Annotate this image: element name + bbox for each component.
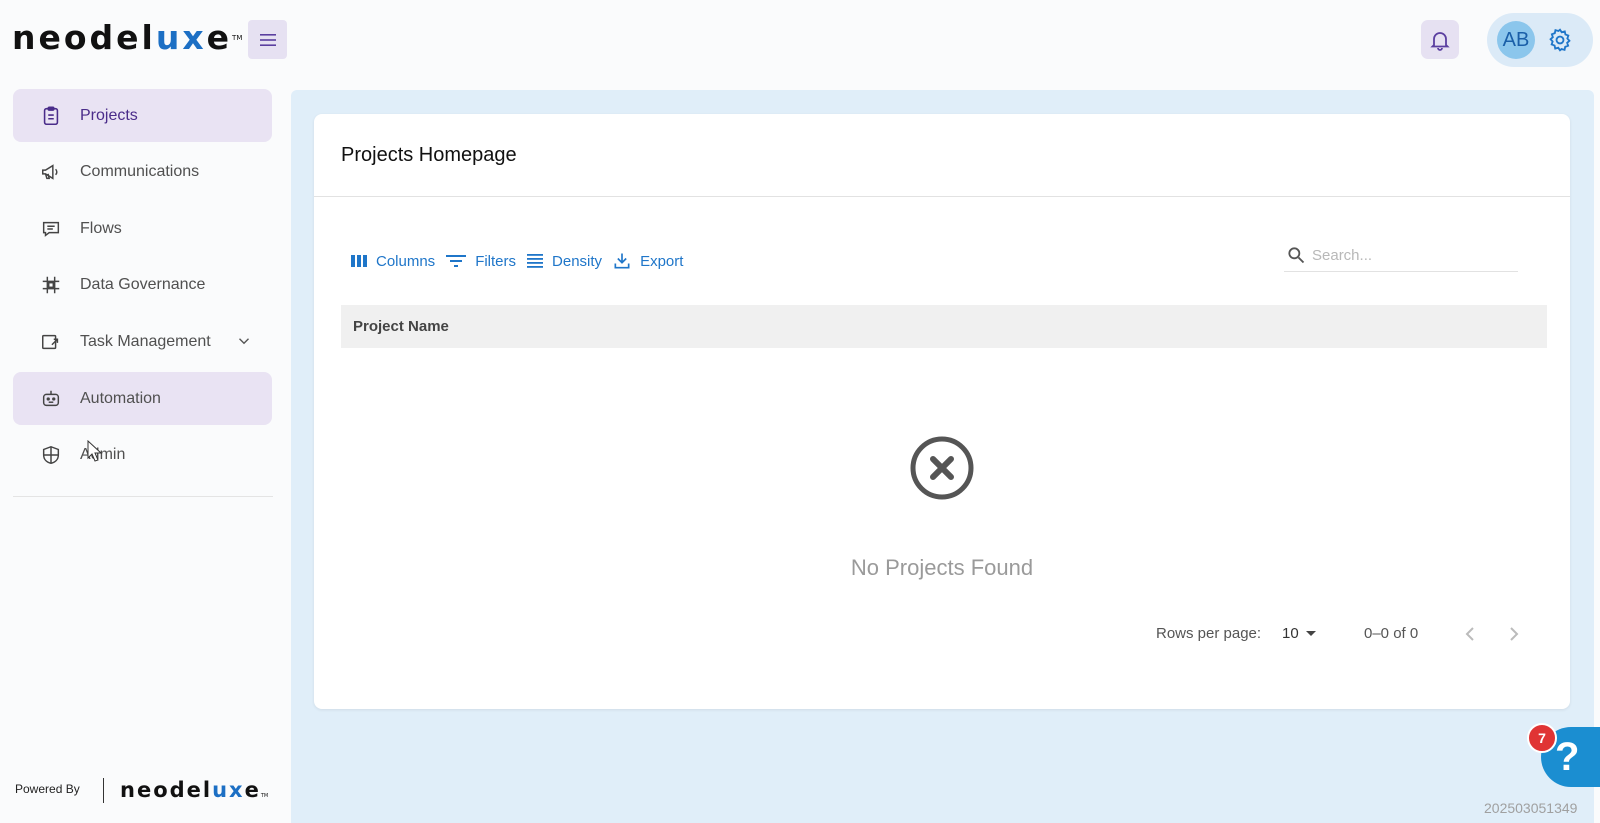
sidebar-item-label: Communications bbox=[80, 163, 200, 180]
help-notification-badge: 7 bbox=[1527, 723, 1557, 753]
task-icon bbox=[42, 334, 59, 350]
sidebar-item-projects[interactable]: Projects bbox=[13, 89, 272, 142]
caret-down-icon bbox=[1305, 631, 1316, 636]
density-button[interactable]: Density bbox=[526, 253, 602, 270]
filter-icon bbox=[446, 255, 467, 267]
sidebar-item-label: Task Management bbox=[80, 333, 211, 350]
sidebar-item-label: Data Governance bbox=[80, 276, 206, 293]
user-menu[interactable]: AB bbox=[1487, 13, 1593, 67]
projects-card: Projects Homepage Columns Filters Densit… bbox=[314, 114, 1570, 709]
avatar[interactable]: AB bbox=[1497, 21, 1535, 59]
density-icon bbox=[527, 254, 544, 268]
build-id: 202503051349 bbox=[1484, 800, 1578, 816]
column-header-project-name[interactable]: Project Name bbox=[353, 305, 449, 348]
menu-toggle-button[interactable] bbox=[248, 20, 287, 59]
grid-icon bbox=[42, 276, 60, 294]
notifications-button[interactable] bbox=[1421, 20, 1459, 59]
card-divider bbox=[314, 196, 1570, 197]
help-question-icon: ? bbox=[1555, 734, 1580, 779]
megaphone-icon bbox=[42, 164, 58, 180]
robot-icon bbox=[42, 390, 60, 407]
sidebar-item-task-management[interactable]: Task Management bbox=[13, 315, 272, 368]
download-icon bbox=[614, 253, 630, 269]
powered-by-separator bbox=[103, 778, 104, 803]
sidebar-divider bbox=[13, 496, 273, 497]
sidebar-item-label: Projects bbox=[80, 107, 138, 124]
sidebar-item-admin[interactable]: Admin bbox=[13, 428, 272, 481]
grid-toolbar: Columns Filters Density Export bbox=[350, 249, 693, 273]
rows-per-page-select[interactable]: 10 bbox=[1282, 619, 1317, 649]
clipboard-icon bbox=[43, 106, 59, 126]
search-field[interactable] bbox=[1284, 238, 1518, 272]
pagination-range: 0–0 of 0 bbox=[1364, 625, 1419, 642]
sidebar-item-label: Flows bbox=[80, 220, 122, 237]
previous-page-button[interactable] bbox=[1458, 622, 1482, 646]
sidebar-item-label: Automation bbox=[80, 390, 161, 407]
rows-per-page-label: Rows per page: bbox=[1156, 625, 1262, 642]
app-logo[interactable]: neodeluxeTM bbox=[12, 18, 242, 58]
search-icon bbox=[1288, 247, 1305, 264]
empty-state-message: No Projects Found bbox=[850, 555, 1034, 580]
mouse-cursor-icon bbox=[87, 440, 103, 462]
top-header: neodeluxeTM AB bbox=[0, 0, 1600, 80]
powered-by-logo: neodeluxeTM bbox=[120, 778, 269, 802]
sidebar-item-data-governance[interactable]: Data Governance bbox=[13, 258, 272, 311]
sidebar: Projects Communications Flows Data Gover… bbox=[0, 80, 283, 823]
column-header[interactable]: Project Name bbox=[341, 305, 1547, 348]
shield-icon bbox=[42, 445, 60, 465]
hamburger-icon bbox=[259, 33, 276, 46]
filters-button[interactable]: Filters bbox=[445, 253, 516, 270]
export-button[interactable]: Export bbox=[612, 251, 683, 271]
close-circle-icon bbox=[910, 436, 974, 500]
chat-icon bbox=[42, 221, 60, 237]
search-input[interactable] bbox=[1312, 242, 1512, 268]
columns-button[interactable]: Columns bbox=[350, 253, 435, 270]
bell-icon bbox=[1430, 31, 1450, 51]
sidebar-item-communications[interactable]: Communications bbox=[13, 145, 272, 198]
powered-by-label: Powered By bbox=[15, 782, 80, 796]
sidebar-item-automation[interactable]: Automation bbox=[13, 372, 272, 425]
columns-icon bbox=[351, 255, 367, 267]
gear-icon[interactable] bbox=[1547, 27, 1573, 53]
next-page-button[interactable] bbox=[1502, 622, 1526, 646]
sidebar-item-flows[interactable]: Flows bbox=[13, 202, 272, 255]
page-title: Projects Homepage bbox=[341, 144, 517, 166]
chevron-down-icon[interactable] bbox=[235, 332, 253, 350]
